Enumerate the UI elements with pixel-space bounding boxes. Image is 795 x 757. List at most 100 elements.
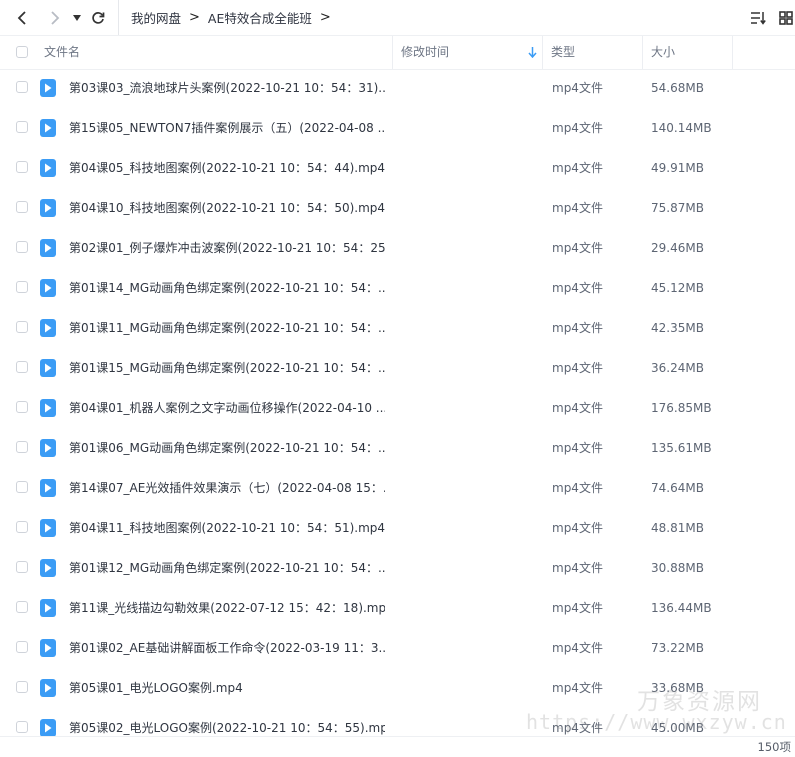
file-name[interactable]: 第01课14_MG动画角色绑定案例(2022-10-21 10：54：... — [69, 268, 385, 308]
video-file-icon — [40, 239, 56, 257]
play-icon — [45, 283, 52, 293]
column-divider[interactable] — [642, 36, 643, 69]
breadcrumb-root[interactable]: 我的网盘 — [131, 8, 181, 27]
row-checkbox[interactable] — [16, 641, 28, 653]
file-row[interactable]: 第04课10_科技地图案例(2022-10-21 10：54：50).mp4 mp… — [0, 188, 795, 228]
file-size: 140.14MB — [651, 121, 712, 135]
file-row[interactable]: 第11课_光线描边勾勒效果(2022-07-12 15：42：18).mp4 mp… — [0, 588, 795, 628]
row-checkbox[interactable] — [16, 361, 28, 373]
file-type: mp4文件 — [552, 401, 603, 415]
column-type-header[interactable]: 类型 — [551, 36, 575, 69]
file-name[interactable]: 第05课01_电光LOGO案例.mp4 — [69, 668, 385, 708]
row-checkbox[interactable] — [16, 201, 28, 213]
file-name[interactable]: 第01课15_MG动画角色绑定案例(2022-10-21 10：54：... — [69, 348, 385, 388]
row-checkbox[interactable] — [16, 281, 28, 293]
grid-view-button[interactable] — [775, 7, 795, 29]
file-row[interactable]: 第01课15_MG动画角色绑定案例(2022-10-21 10：54：... mp… — [0, 348, 795, 388]
file-size: 33.68MB — [651, 681, 704, 695]
file-name[interactable]: 第15课05_NEWTON7插件案例展示（五）(2022-04-08 ... — [69, 108, 385, 148]
file-row[interactable]: 第02课01_例子爆炸冲击波案例(2022-10-21 10：54：25... m… — [0, 228, 795, 268]
play-icon — [45, 83, 52, 93]
column-divider[interactable] — [542, 36, 543, 69]
file-list-header: 文件名 修改时间 类型 大小 — [0, 35, 795, 70]
file-row[interactable]: 第01课06_MG动画角色绑定案例(2022-10-21 10：54：... mp… — [0, 428, 795, 468]
file-name[interactable]: 第05课02_电光LOGO案例(2022-10-21 10：54：55).mp4 — [69, 708, 385, 736]
file-type: mp4文件 — [552, 241, 603, 255]
file-row[interactable]: 第05课02_电光LOGO案例(2022-10-21 10：54：55).mp4… — [0, 708, 795, 736]
file-size: 136.44MB — [651, 601, 712, 615]
file-name[interactable]: 第03课03_流浪地球片头案例(2022-10-21 10：54：31).... — [69, 68, 385, 108]
file-type: mp4文件 — [552, 201, 603, 215]
file-row[interactable]: 第01课14_MG动画角色绑定案例(2022-10-21 10：54：... mp… — [0, 268, 795, 308]
file-name[interactable]: 第14课07_AE光效插件效果演示（七）(2022-04-08 15：... — [69, 468, 385, 508]
column-name-header[interactable]: 文件名 — [44, 36, 80, 69]
video-file-icon — [40, 199, 56, 217]
file-size: 74.64MB — [651, 481, 704, 495]
play-icon — [45, 523, 52, 533]
column-divider[interactable] — [732, 36, 733, 69]
file-name[interactable]: 第01课02_AE基础讲解面板工作命令(2022-03-19 11：3... — [69, 628, 385, 668]
column-divider[interactable] — [392, 36, 393, 69]
file-row[interactable]: 第04课01_机器人案例之文字动画位移操作(2022-04-10 ... mp4文… — [0, 388, 795, 428]
row-checkbox[interactable] — [16, 441, 28, 453]
row-checkbox[interactable] — [16, 121, 28, 133]
file-row[interactable]: 第04课11_科技地图案例(2022-10-21 10：54：51).mp4 mp… — [0, 508, 795, 548]
file-name[interactable]: 第04课11_科技地图案例(2022-10-21 10：54：51).mp4 — [69, 508, 385, 548]
row-checkbox[interactable] — [16, 241, 28, 253]
file-name[interactable]: 第04课01_机器人案例之文字动画位移操作(2022-04-10 ... — [69, 388, 385, 428]
file-name[interactable]: 第04课05_科技地图案例(2022-10-21 10：54：44).mp4 — [69, 148, 385, 188]
file-row[interactable]: 第04课05_科技地图案例(2022-10-21 10：54：44).mp4 mp… — [0, 148, 795, 188]
file-size: 73.22MB — [651, 641, 704, 655]
row-checkbox[interactable] — [16, 321, 28, 333]
refresh-button[interactable] — [87, 7, 109, 29]
row-checkbox[interactable] — [16, 161, 28, 173]
file-row[interactable]: 第14课07_AE光效插件效果演示（七）(2022-04-08 15：... mp… — [0, 468, 795, 508]
file-name[interactable]: 第02课01_例子爆炸冲击波案例(2022-10-21 10：54：25... — [69, 228, 385, 268]
breadcrumb-separator: > — [189, 10, 200, 25]
row-checkbox[interactable] — [16, 721, 28, 733]
breadcrumb-current[interactable]: AE特效合成全能班 — [208, 8, 312, 27]
toolbar: 我的网盘 > AE特效合成全能班 > — [0, 0, 795, 35]
row-checkbox[interactable] — [16, 681, 28, 693]
play-icon — [45, 123, 52, 133]
column-modified-header[interactable]: 修改时间 — [401, 36, 449, 69]
select-all-checkbox[interactable] — [16, 46, 28, 58]
row-checkbox[interactable] — [16, 81, 28, 93]
file-row[interactable]: 第01课12_MG动画角色绑定案例(2022-10-21 10：54：... mp… — [0, 548, 795, 588]
row-checkbox[interactable] — [16, 601, 28, 613]
row-checkbox[interactable] — [16, 561, 28, 573]
file-name[interactable]: 第01课06_MG动画角色绑定案例(2022-10-21 10：54：... — [69, 428, 385, 468]
play-icon — [45, 683, 52, 693]
file-row[interactable]: 第01课02_AE基础讲解面板工作命令(2022-03-19 11：3... mp… — [0, 628, 795, 668]
column-size-header[interactable]: 大小 — [651, 36, 675, 69]
row-checkbox[interactable] — [16, 521, 28, 533]
sort-list-icon — [751, 12, 766, 25]
row-checkbox[interactable] — [16, 481, 28, 493]
file-row[interactable]: 第03课03_流浪地球片头案例(2022-10-21 10：54：31)....… — [0, 68, 795, 108]
file-type: mp4文件 — [552, 481, 603, 495]
file-type: mp4文件 — [552, 361, 603, 375]
file-row[interactable]: 第15课05_NEWTON7插件案例展示（五）(2022-04-08 ... mp… — [0, 108, 795, 148]
back-button[interactable] — [12, 7, 34, 29]
file-name[interactable]: 第11课_光线描边勾勒效果(2022-07-12 15：42：18).mp4 — [69, 588, 385, 628]
file-size: 75.87MB — [651, 201, 704, 215]
forward-button[interactable] — [43, 7, 65, 29]
history-dropdown-button[interactable] — [66, 7, 88, 29]
file-type: mp4文件 — [552, 641, 603, 655]
file-type: mp4文件 — [552, 721, 603, 735]
file-name[interactable]: 第04课10_科技地图案例(2022-10-21 10：54：50).mp4 — [69, 188, 385, 228]
play-icon — [45, 243, 52, 253]
breadcrumb-separator[interactable]: > — [320, 10, 331, 25]
file-type: mp4文件 — [552, 521, 603, 535]
file-type: mp4文件 — [552, 601, 603, 615]
sort-desc-arrow-icon — [528, 47, 537, 58]
row-checkbox[interactable] — [16, 401, 28, 413]
file-name[interactable]: 第01课11_MG动画角色绑定案例(2022-10-21 10：54：... — [69, 308, 385, 348]
play-icon — [45, 403, 52, 413]
sort-button[interactable] — [747, 7, 769, 29]
file-name[interactable]: 第01课12_MG动画角色绑定案例(2022-10-21 10：54：... — [69, 548, 385, 588]
play-icon — [45, 363, 52, 373]
file-row[interactable]: 第05课01_电光LOGO案例.mp4 mp4文件 33.68MB — [0, 668, 795, 708]
caret-down-icon — [73, 15, 81, 21]
file-row[interactable]: 第01课11_MG动画角色绑定案例(2022-10-21 10：54：... mp… — [0, 308, 795, 348]
